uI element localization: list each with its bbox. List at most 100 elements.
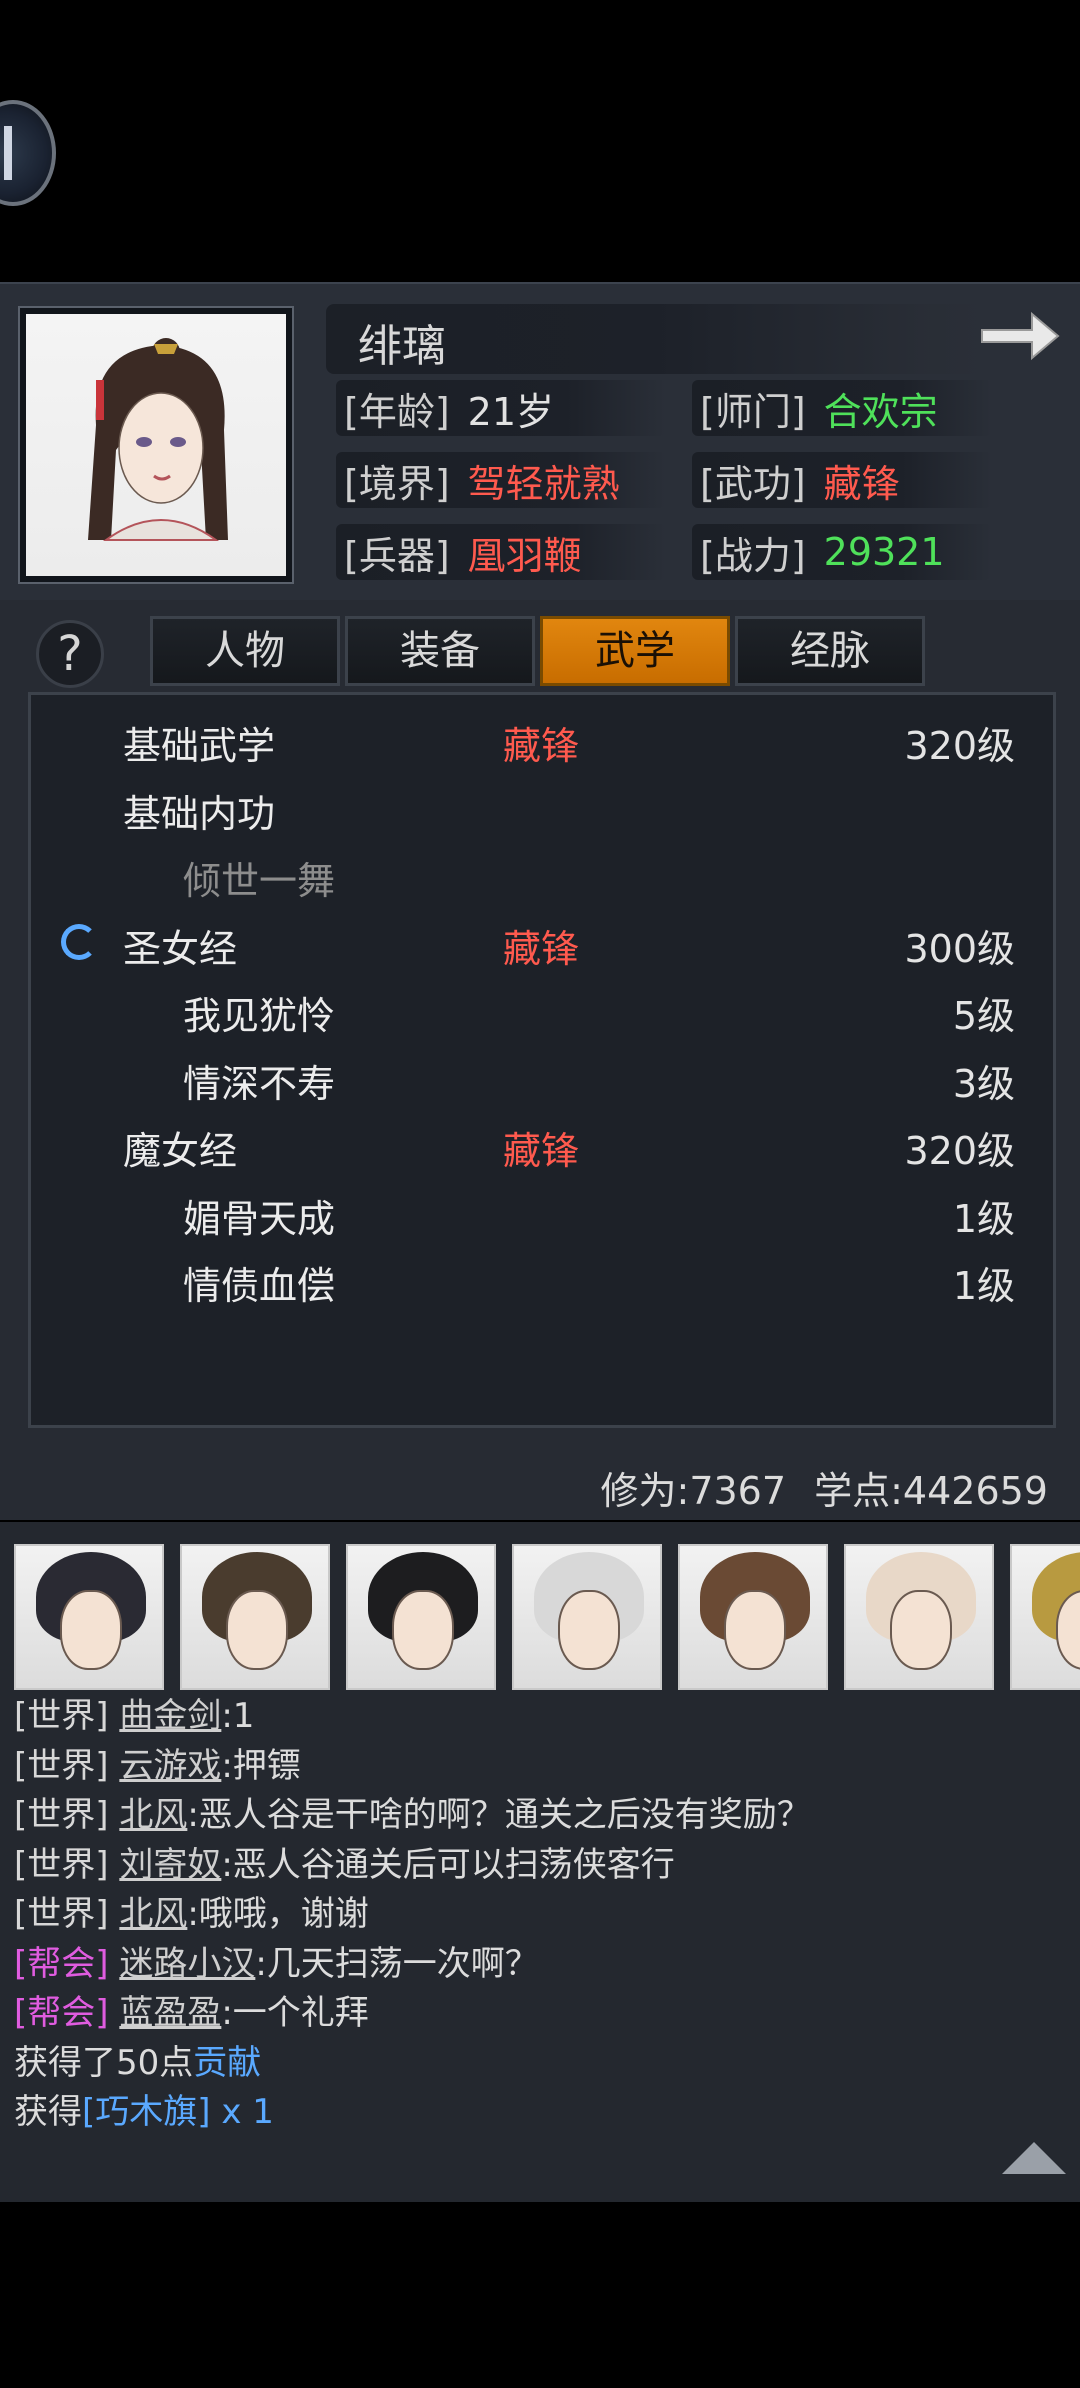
loading-spinner-icon bbox=[61, 924, 97, 960]
martial-row: [武功] 藏锋 bbox=[692, 452, 992, 508]
skill-row[interactable]: 情债血偿 1级 bbox=[31, 1249, 1051, 1309]
tab-character[interactable]: 人物 bbox=[150, 616, 340, 686]
skill-name: 情深不寿 bbox=[183, 1062, 336, 1106]
chat-channel: [帮会] bbox=[14, 1993, 109, 2033]
tab-equipment[interactable]: 装备 bbox=[345, 616, 535, 686]
chat-text: :几天扫荡一次啊？ bbox=[255, 1943, 539, 1984]
martial-value: 藏锋 bbox=[823, 461, 900, 506]
chat-channel: [帮会] bbox=[14, 1943, 109, 1984]
realm-value: 驾轻就熟 bbox=[467, 461, 620, 506]
chat-area: [世界] 曲金剑:1 [世界] 云游戏:押镖 [世界] 北风:恶人谷是干啥的啊？… bbox=[0, 1522, 1080, 2202]
chat-log: [世界] 曲金剑:1 [世界] 云游戏:押镖 [世界] 北风:恶人谷是干啥的啊？… bbox=[14, 1692, 1064, 2138]
friend-portrait[interactable] bbox=[1010, 1544, 1080, 1690]
skill-row[interactable]: 媚骨天成 1级 bbox=[31, 1182, 1051, 1242]
power-label: [战力] bbox=[700, 533, 806, 578]
chat-message: [世界] 云游戏:押镖 bbox=[14, 1742, 1064, 1792]
chat-message: [世界] 北风:恶人谷是干啥的啊？通关之后没有奖励？ bbox=[14, 1791, 1064, 1841]
friend-portrait[interactable] bbox=[14, 1544, 164, 1690]
chat-channel: [世界] bbox=[14, 1745, 109, 1786]
skill-row[interactable]: 基础内功 bbox=[31, 777, 1051, 837]
chat-channel: [世界] bbox=[14, 1894, 109, 1934]
system-message: 获得了50点贡献 bbox=[14, 2039, 1064, 2089]
weapon-value[interactable]: 凰羽鞭 bbox=[468, 525, 582, 580]
skill-level: 300级 bbox=[904, 927, 1015, 971]
friend-portrait[interactable] bbox=[346, 1544, 496, 1690]
friend-portrait[interactable] bbox=[844, 1544, 994, 1690]
chat-text: :1 bbox=[221, 1696, 255, 1736]
chat-message: [世界] 北风:哦哦，谢谢 bbox=[14, 1890, 1064, 1940]
chat-sender[interactable]: 北风 bbox=[119, 1894, 187, 1934]
chat-message: [帮会] 蓝盈盈:一个礼拜 bbox=[14, 1989, 1064, 2039]
system-text: 获得 bbox=[14, 2092, 82, 2132]
bottom-bar bbox=[0, 2202, 1080, 2388]
realm-row: [境界] 驾轻就熟 bbox=[336, 452, 666, 508]
skill-level: 3级 bbox=[952, 1062, 1015, 1106]
menu-corner-button[interactable] bbox=[0, 100, 56, 206]
friend-portrait[interactable] bbox=[512, 1544, 662, 1690]
skill-tag: 藏锋 bbox=[503, 724, 580, 768]
skill-row[interactable]: 倾世一舞 bbox=[31, 844, 1051, 904]
skill-name: 基础武学 bbox=[123, 724, 276, 768]
skill-level: 320级 bbox=[904, 724, 1015, 768]
skills-panel: 基础武学 藏锋 320级 基础内功 倾世一舞 圣女经 藏锋 300级 我见犹怜 … bbox=[28, 692, 1056, 1428]
sect-value[interactable]: 合欢宗 bbox=[824, 381, 938, 436]
chat-sender[interactable]: 北风 bbox=[119, 1795, 187, 1835]
character-avatar-icon bbox=[88, 338, 228, 541]
chat-sender[interactable]: 云游戏 bbox=[119, 1746, 221, 1786]
chat-sender[interactable]: 刘寄奴 bbox=[119, 1845, 221, 1885]
skill-row[interactable]: 圣女经 藏锋 300级 bbox=[31, 912, 1051, 972]
top-bar bbox=[0, 0, 1080, 280]
skill-name: 魔女经 bbox=[123, 1129, 238, 1173]
chat-text: :恶人谷通关后可以扫荡侠客行 bbox=[221, 1844, 675, 1885]
weapon-row: [兵器] 凰羽鞭 bbox=[336, 524, 666, 580]
next-character-arrow-icon[interactable] bbox=[972, 304, 1064, 374]
skill-tag: 藏锋 bbox=[503, 1129, 580, 1173]
age-label: [年龄] bbox=[344, 389, 450, 434]
chat-sender[interactable]: 曲金剑 bbox=[119, 1696, 221, 1736]
chat-text: :哦哦，谢谢 bbox=[187, 1894, 369, 1934]
age-value: 21岁 bbox=[467, 389, 555, 434]
friend-portrait[interactable] bbox=[678, 1544, 828, 1690]
age-row: [年龄] 21岁 bbox=[336, 380, 666, 436]
skill-row[interactable]: 我见犹怜 5级 bbox=[31, 979, 1051, 1039]
cultivation-value: 修为:7367 bbox=[600, 1469, 787, 1513]
tab-meridians[interactable]: 经脉 bbox=[735, 616, 925, 686]
help-button[interactable]: ? bbox=[36, 620, 104, 688]
character-portrait bbox=[18, 306, 294, 584]
sect-label: [师门] bbox=[700, 389, 806, 434]
stats-line: 修为:7367 学点:442659 bbox=[601, 1460, 1048, 1515]
chat-text: :恶人谷是干啥的啊？通关之后没有奖励？ bbox=[187, 1795, 811, 1835]
chat-channel: [世界] bbox=[14, 1844, 109, 1885]
skill-name: 圣女经 bbox=[123, 927, 238, 971]
skill-row[interactable]: 情深不寿 3级 bbox=[31, 1047, 1051, 1107]
system-text: 获得了50点 bbox=[14, 2042, 194, 2083]
chat-message: [帮会] 迷路小汉:几天扫荡一次啊？ bbox=[14, 1940, 1064, 1990]
skill-level: 1级 bbox=[952, 1264, 1015, 1308]
chat-sender[interactable]: 蓝盈盈 bbox=[119, 1993, 221, 2033]
chat-message: [世界] 刘寄奴:恶人谷通关后可以扫荡侠客行 bbox=[14, 1841, 1064, 1891]
power-row: [战力] 29321 bbox=[692, 524, 992, 580]
learning-points-value: 学点:442659 bbox=[814, 1469, 1048, 1513]
chat-text: :押镖 bbox=[221, 1745, 301, 1786]
chat-sender[interactable]: 迷路小汉 bbox=[119, 1944, 255, 1984]
sect-row: [师门] 合欢宗 bbox=[692, 380, 992, 436]
character-profile: 绯璃 [年龄] 21岁 [师门] 合欢宗 [境界] 驾轻就熟 [武功] 藏锋 [… bbox=[0, 282, 1080, 600]
skill-row[interactable]: 基础武学 藏锋 320级 bbox=[31, 709, 1051, 769]
skill-tag: 藏锋 bbox=[503, 927, 580, 971]
system-item-link[interactable]: 贡献 bbox=[193, 2043, 261, 2083]
skill-name: 基础内功 bbox=[123, 792, 276, 836]
system-item-link[interactable]: [巧木旗] x 1 bbox=[82, 2092, 274, 2132]
friend-portrait[interactable] bbox=[180, 1544, 330, 1690]
skill-level: 320级 bbox=[904, 1129, 1015, 1173]
tabs-area: ? 人物 装备 武学 经脉 基础武学 藏锋 320级 基础内功 倾世一舞 圣女经… bbox=[0, 600, 1080, 1520]
chat-expand-arrow-icon[interactable] bbox=[1002, 2142, 1066, 2174]
skill-name: 我见犹怜 bbox=[183, 994, 336, 1038]
skill-name: 倾世一舞 bbox=[183, 859, 336, 903]
chat-channel: [世界] bbox=[14, 1696, 109, 1736]
character-name: 绯璃 bbox=[358, 321, 446, 372]
skill-level: 1级 bbox=[952, 1197, 1015, 1241]
martial-label: [武功] bbox=[700, 461, 806, 506]
chat-channel: [世界] bbox=[14, 1795, 109, 1835]
skill-row[interactable]: 魔女经 藏锋 320级 bbox=[31, 1114, 1051, 1174]
tab-martial-arts[interactable]: 武学 bbox=[540, 616, 730, 686]
